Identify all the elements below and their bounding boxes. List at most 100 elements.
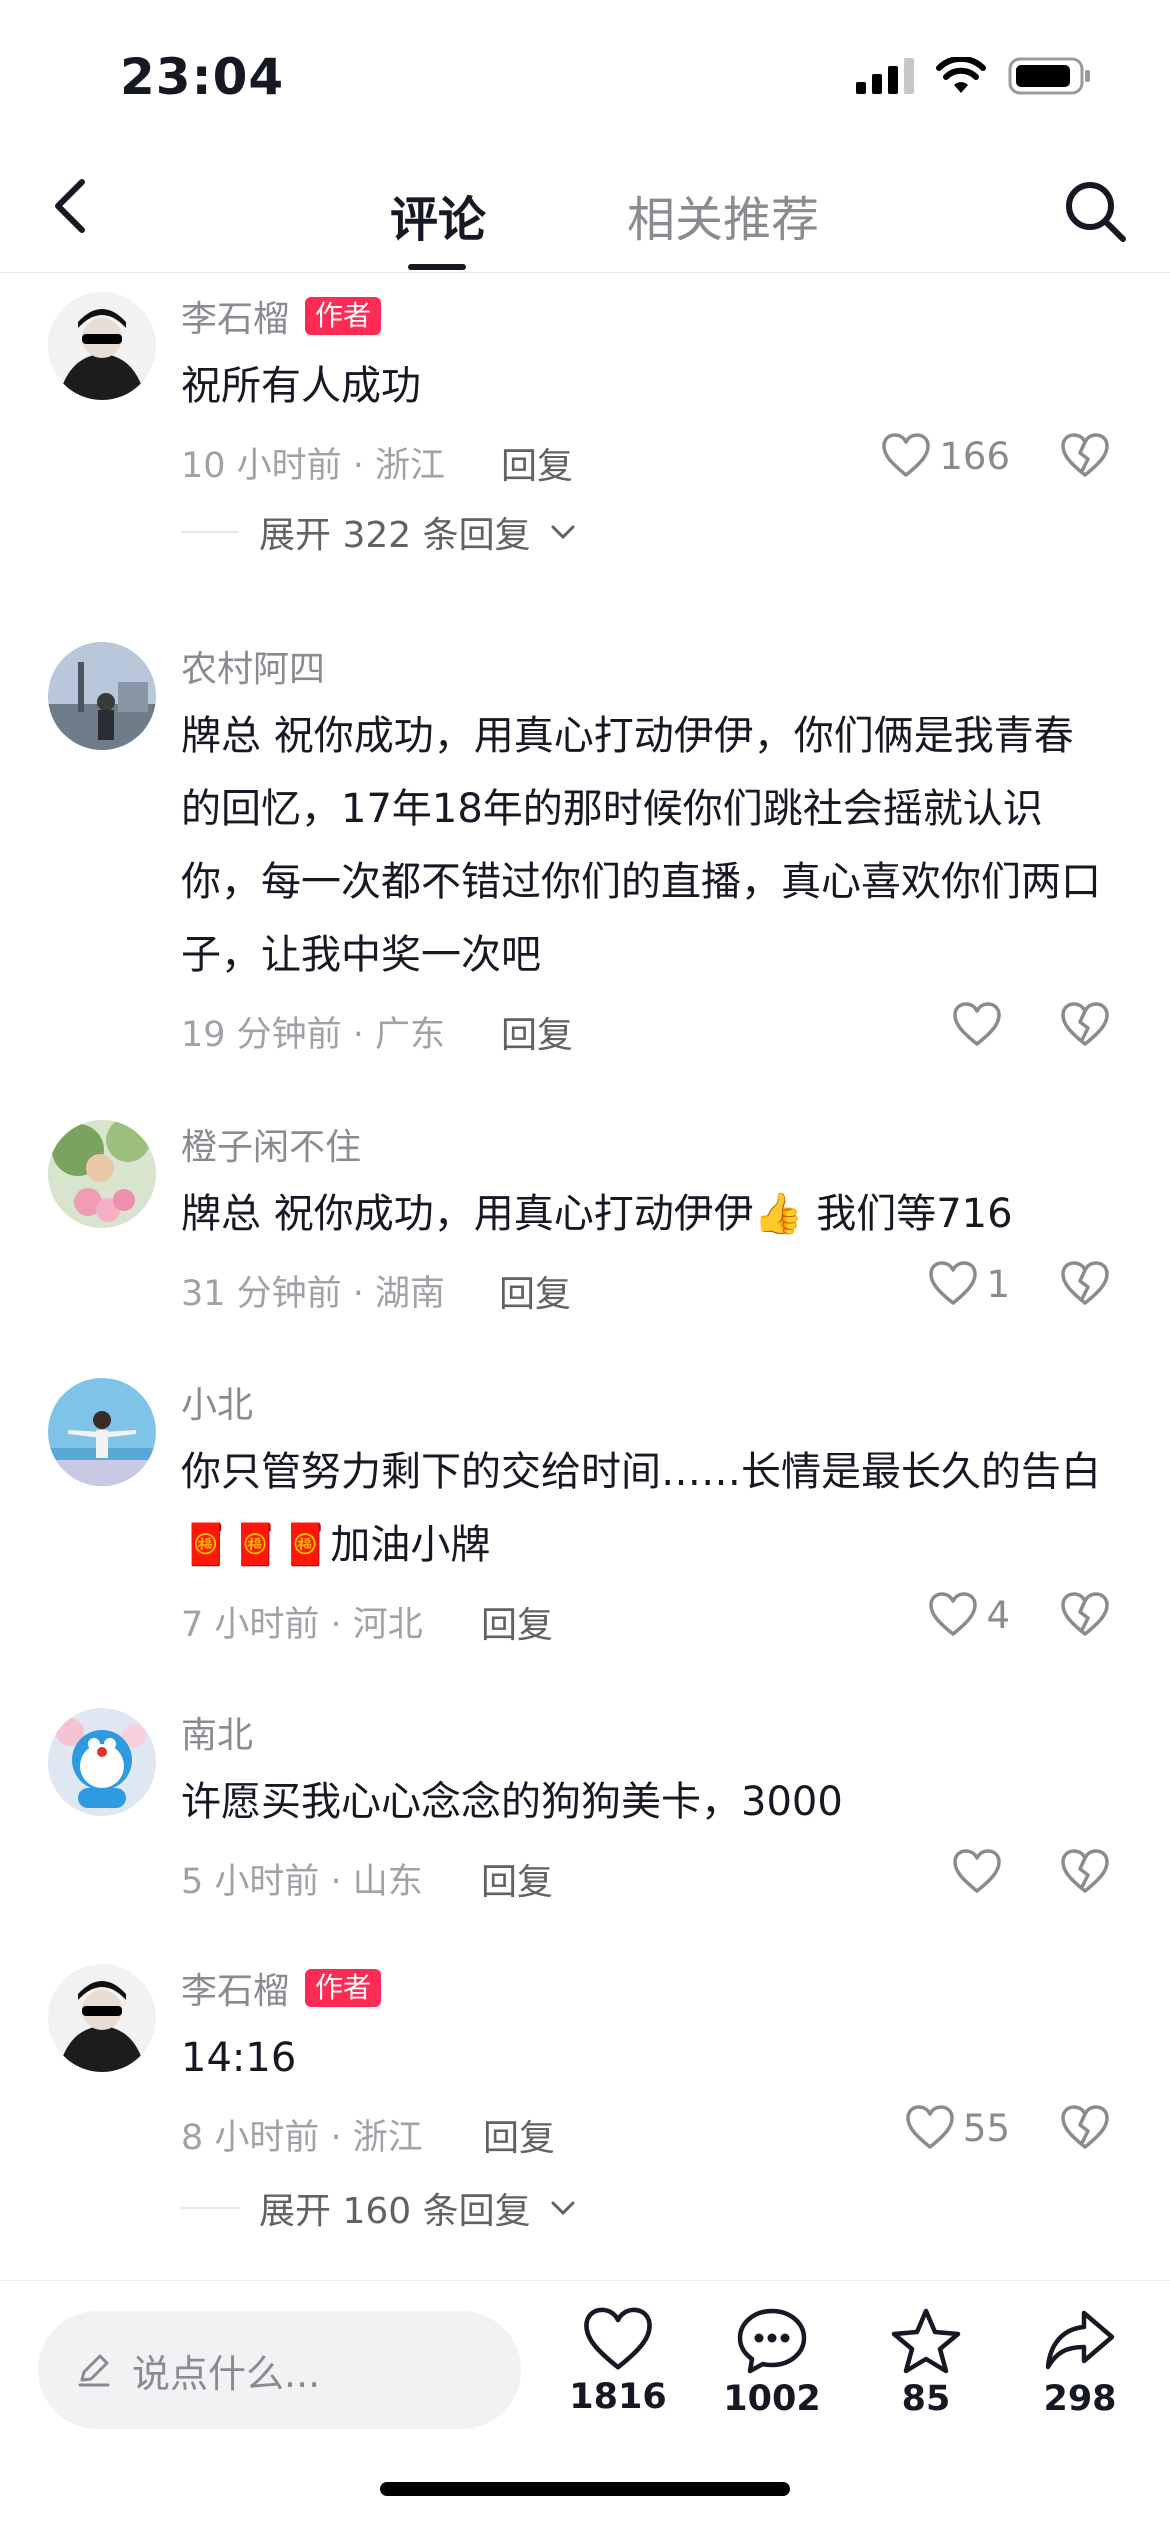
comment-body: 李石榴 作者 14:16 8 小时前 · 浙江 回复 55: [181, 1960, 1110, 2163]
comment-body: 橙子闲不住 牌总 祝你成功，用真心打动伊伊👍 我们等716 31 分钟前 · 湖…: [181, 1116, 1110, 1319]
broken-heart-icon: [1061, 1592, 1109, 1636]
like-count: 55: [962, 2106, 1010, 2150]
divider-line: [181, 2207, 239, 2209]
back-button[interactable]: [40, 176, 100, 236]
active-tab-indicator: [408, 264, 466, 270]
divider-line: [181, 531, 239, 533]
tab-related[interactable]: 相关推荐: [627, 180, 819, 250]
avatar[interactable]: [48, 1708, 156, 1816]
dislike-button[interactable]: [1060, 2105, 1110, 2155]
comment-username[interactable]: 李石榴: [181, 290, 289, 342]
like-action-button[interactable]: 1816: [558, 2307, 678, 2417]
comment-text[interactable]: 牌总 祝你成功，用真心打动伊伊，你们俩是我青春的回忆，17年18年的那时候你们跳…: [181, 700, 1110, 992]
avatar[interactable]: [48, 292, 156, 400]
share-total: 298: [1043, 2379, 1117, 2419]
avatar-image: [48, 1708, 156, 1816]
home-indicator[interactable]: [380, 2482, 790, 2496]
like-button[interactable]: 1: [928, 1261, 1010, 1307]
comment-bubble-icon: [737, 2308, 807, 2374]
dislike-button[interactable]: [1060, 1849, 1110, 1899]
like-button[interactable]: 55: [905, 2105, 1010, 2151]
comment-total: 1002: [723, 2379, 821, 2419]
nav-bar: 评论 相关推荐: [0, 150, 1170, 273]
comment-username[interactable]: 南北: [181, 1706, 253, 1758]
heart-icon: [929, 1261, 978, 1305]
status-bar: 23:04: [0, 0, 1170, 150]
heart-icon: [953, 1002, 1001, 1046]
comment-body: 小北 你只管努力剩下的交给时间……长情是最长久的告白🧧🧧🧧加油小牌 7 小时前 …: [181, 1374, 1110, 1650]
favorite-action-button[interactable]: 85: [866, 2307, 986, 2419]
expand-replies-button[interactable]: 展开 322 条回复: [181, 506, 575, 558]
pencil-icon: [78, 2354, 110, 2387]
comment-body: 李石榴 作者 祝所有人成功 10 小时前 · 浙江 回复 166: [181, 288, 1110, 491]
dislike-button[interactable]: [1060, 1592, 1110, 1642]
cellular-signal-icon: [856, 58, 914, 94]
like-button[interactable]: 166: [881, 433, 1010, 479]
dislike-button[interactable]: [1060, 1002, 1110, 1052]
like-count: 4: [986, 1593, 1010, 1637]
comment-username[interactable]: 橙子闲不住: [181, 1118, 361, 1170]
like-button[interactable]: 4: [928, 1592, 1010, 1638]
comment-meta: 7 小时前 · 河北: [181, 1605, 423, 1645]
share-arrow-icon: [1045, 2310, 1115, 2370]
avatar-image: [48, 642, 156, 750]
search-button[interactable]: [1060, 176, 1130, 246]
like-count: 1: [986, 1262, 1010, 1306]
reply-button[interactable]: 回复: [499, 1265, 571, 1317]
avatar-image: [48, 1964, 156, 2072]
favorite-total: 85: [901, 2379, 951, 2419]
avatar-image: [48, 1120, 156, 1228]
comment-body: 南北 许愿买我心心念念的狗狗美卡，3000 5 小时前 · 山东 回复: [181, 1704, 1110, 1907]
comment-text[interactable]: 你只管努力剩下的交给时间……长情是最长久的告白🧧🧧🧧加油小牌: [181, 1436, 1110, 1582]
broken-heart-icon: [1061, 1002, 1109, 1046]
comment-username[interactable]: 农村阿四: [181, 640, 325, 692]
avatar-image: [48, 1378, 156, 1486]
expand-replies-label: 展开 160 条回复: [259, 2191, 531, 2232]
avatar[interactable]: [48, 1120, 156, 1228]
reply-button[interactable]: 回复: [481, 1853, 553, 1905]
share-action-button[interactable]: 298: [1020, 2307, 1140, 2419]
status-time: 23:04: [120, 48, 285, 106]
comment-input-placeholder: 说点什么...: [132, 2351, 321, 2396]
comment-text[interactable]: 祝所有人成功: [181, 350, 1110, 423]
comment-meta: 5 小时前 · 山东: [181, 1862, 423, 1902]
author-badge: 作者: [305, 297, 382, 335]
dislike-button[interactable]: [1060, 433, 1110, 483]
comment-text[interactable]: 牌总 祝你成功，用真心打动伊伊👍 我们等716: [181, 1178, 1110, 1251]
reply-button[interactable]: 回复: [501, 437, 573, 489]
reply-button[interactable]: 回复: [483, 2109, 555, 2161]
comment-action-button[interactable]: 1002: [712, 2307, 832, 2419]
comment-username[interactable]: 小北: [181, 1376, 253, 1428]
comment-meta: 10 小时前 · 浙江: [181, 446, 446, 486]
reply-button[interactable]: 回复: [481, 1596, 553, 1648]
search-icon: [1066, 182, 1126, 242]
wifi-icon: [936, 57, 986, 93]
reply-button[interactable]: 回复: [501, 1006, 573, 1058]
comment-body: 农村阿四 牌总 祝你成功，用真心打动伊伊，你们俩是我青春的回忆，17年18年的那…: [181, 638, 1110, 1060]
comment-input[interactable]: 说点什么...: [38, 2311, 521, 2429]
like-count: 166: [939, 434, 1010, 478]
like-button[interactable]: [952, 1002, 1010, 1048]
tab-comments[interactable]: 评论: [390, 180, 486, 250]
broken-heart-icon: [1061, 1849, 1109, 1893]
avatar[interactable]: [48, 1378, 156, 1486]
avatar[interactable]: [48, 1964, 156, 2072]
expand-replies-button[interactable]: 展开 160 条回复: [181, 2182, 575, 2234]
comment-text[interactable]: 许愿买我心心念念的狗狗美卡，3000: [181, 1766, 1110, 1839]
chevron-down-icon: [551, 2201, 575, 2216]
heart-icon: [584, 2307, 652, 2370]
comment-meta: 31 分钟前 · 湖南: [181, 1274, 446, 1314]
dislike-button[interactable]: [1060, 1261, 1110, 1311]
author-badge: 作者: [305, 1969, 382, 2007]
heart-icon: [882, 433, 931, 477]
comment-meta: 8 小时前 · 浙江: [181, 2118, 423, 2158]
broken-heart-icon: [1061, 2105, 1109, 2149]
chevron-left-icon: [55, 179, 85, 233]
comment-text[interactable]: 14:16: [181, 2022, 1110, 2095]
heart-icon: [906, 2105, 954, 2149]
comment-username[interactable]: 李石榴: [181, 1962, 289, 2014]
avatar[interactable]: [48, 642, 156, 750]
broken-heart-icon: [1061, 1261, 1109, 1305]
like-button[interactable]: [952, 1849, 1010, 1895]
status-icons: [856, 56, 1092, 96]
